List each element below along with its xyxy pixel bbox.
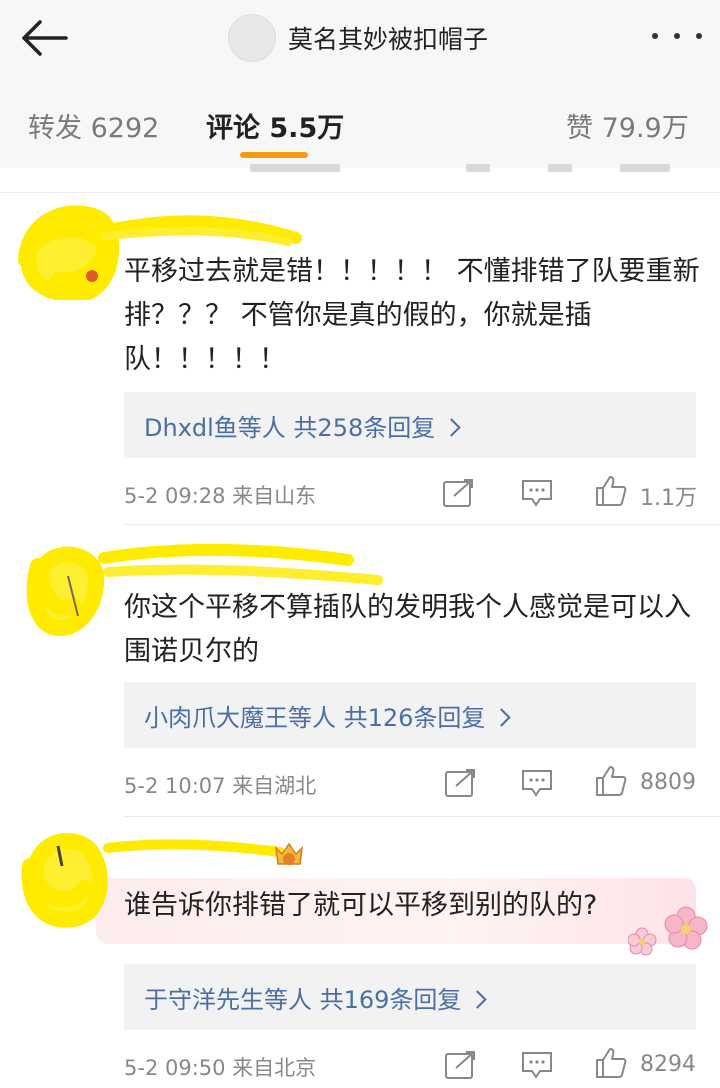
like-count: 8809 (640, 770, 696, 795)
previous-comment-cutoff (0, 164, 720, 193)
repost-icon[interactable] (444, 768, 478, 798)
top-bar: 莫名其妙被扣帽子 (0, 0, 720, 78)
comment-meta: 5-2 09:50 来自北京 (124, 1056, 317, 1080)
avatar[interactable] (228, 14, 276, 62)
divider (124, 524, 720, 525)
comment-text: 谁告诉你排错了就可以平移到别的队的? (124, 890, 598, 921)
comment-meta: 5-2 09:28 来自山东 (124, 484, 317, 508)
chevron-right-icon (442, 418, 461, 437)
page-title: 莫名其妙被扣帽子 (288, 25, 489, 54)
more-options-icon[interactable] (652, 22, 702, 50)
flower-decoration-icon (628, 906, 708, 956)
tab-bar: 转发 6292 评论 5.5万 赞 79.9万 (0, 78, 720, 169)
comment-icon[interactable] (520, 478, 554, 508)
reply-summary[interactable]: Dhxdl鱼等人 共258条回复 (124, 392, 696, 458)
repost-icon[interactable] (442, 478, 476, 508)
comment-text: 平移过去就是错！！！！！ 不懂排错了队要重新排？？？ 不管你是真的假的，你就是插… (124, 256, 700, 375)
comment-icon[interactable] (520, 768, 554, 798)
like-count: 8294 (640, 1052, 696, 1077)
comment-meta: 5-2 10:07 来自湖北 (124, 774, 317, 798)
repost-icon[interactable] (444, 1050, 478, 1080)
title-group[interactable]: 莫名其妙被扣帽子 (228, 12, 488, 64)
like-icon[interactable] (594, 474, 628, 508)
like-icon[interactable] (594, 764, 628, 798)
reply-summary[interactable]: 小肉爪大魔王等人 共126条回复 (124, 682, 696, 748)
reply-summary-label: 于守洋先生等人 共169条回复 (144, 986, 462, 1014)
tab-likes[interactable]: 赞 79.9万 (566, 106, 689, 145)
chevron-right-icon (492, 708, 512, 727)
tab-reposts[interactable]: 转发 6292 (28, 106, 159, 145)
comment-icon[interactable] (520, 1050, 554, 1080)
back-arrow-icon[interactable] (18, 14, 70, 62)
chevron-right-icon (468, 990, 488, 1009)
active-tab-indicator (240, 152, 308, 158)
like-icon[interactable] (594, 1046, 628, 1080)
comment-text: 你这个平移不算插队的发明我个人感觉是可以入围诺贝尔的 (124, 592, 691, 667)
tab-comments[interactable]: 评论 5.5万 (206, 106, 344, 145)
reply-summary-label: 小肉爪大魔王等人 共126条回复 (144, 704, 486, 732)
divider (124, 816, 720, 817)
vip-badge-icon (274, 842, 304, 865)
reply-summary[interactable]: 于守洋先生等人 共169条回复 (124, 964, 696, 1030)
reply-summary-label: Dhxdl鱼等人 共258条回复 (144, 414, 436, 442)
like-count: 1.1万 (640, 486, 697, 511)
